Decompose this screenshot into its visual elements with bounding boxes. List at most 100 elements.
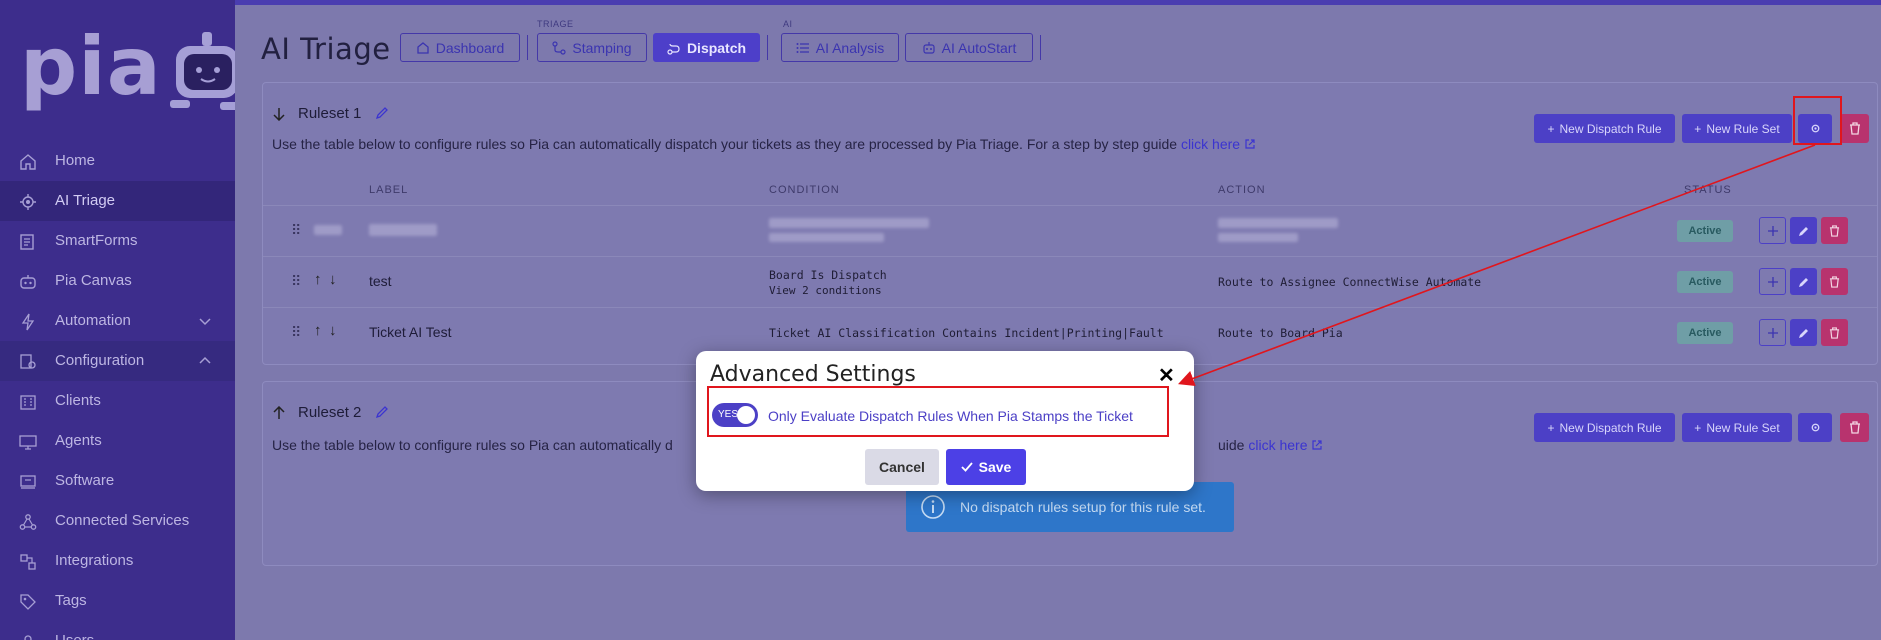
table-row: ⠿ ↑ ↓ Ticket AI Test Ticket AI Classific… bbox=[263, 307, 1877, 357]
tab-ai-analysis-label: AI Analysis bbox=[815, 39, 885, 56]
sidebar-item-pia-canvas[interactable]: Pia Canvas bbox=[0, 261, 235, 301]
new-rule-set-button[interactable]: + New Rule Set bbox=[1682, 413, 1792, 442]
edit-rule-button[interactable] bbox=[1790, 268, 1817, 295]
rule-label: Ticket AI Test bbox=[369, 324, 452, 340]
sidebar-item-label: Integrations bbox=[55, 552, 134, 569]
rule-condition: Board Is Dispatch bbox=[769, 268, 887, 282]
blurred-action bbox=[1218, 218, 1338, 228]
drag-handle-icon[interactable]: ⠿ bbox=[291, 273, 301, 290]
dashboard-icon bbox=[417, 41, 429, 54]
rule-condition: Ticket AI Classification Contains Incide… bbox=[769, 326, 1164, 340]
arrow-down-icon[interactable] bbox=[273, 107, 285, 121]
guide-link[interactable]: click here bbox=[1181, 136, 1240, 152]
sidebar-item-ai-triage[interactable]: AI Triage bbox=[0, 181, 235, 221]
ruleset-card: Ruleset 1 Use the table below to configu… bbox=[262, 82, 1878, 365]
delete-ruleset-button[interactable] bbox=[1840, 413, 1869, 442]
delete-ruleset-button[interactable] bbox=[1840, 114, 1869, 143]
sidebar-item-automation[interactable]: Automation bbox=[0, 301, 235, 341]
sidebar-item-clients[interactable]: Clients bbox=[0, 381, 235, 421]
new-dispatch-rule-button[interactable]: + New Dispatch Rule bbox=[1534, 413, 1675, 442]
modal-title: Advanced Settings bbox=[710, 362, 916, 387]
sidebar-item-label: Configuration bbox=[55, 352, 145, 369]
sidebar-item-home[interactable]: Home bbox=[0, 141, 235, 181]
trash-icon bbox=[1849, 122, 1860, 135]
sidebar-item-tags[interactable]: Tags bbox=[0, 581, 235, 621]
new-rule-set-button[interactable]: + New Rule Set bbox=[1682, 114, 1792, 143]
divider bbox=[527, 35, 528, 60]
sidebar-item-integrations[interactable]: Integrations bbox=[0, 541, 235, 581]
sidebar-item-label: Connected Services bbox=[55, 512, 190, 529]
blurred-arrows bbox=[314, 225, 342, 235]
edit-pencil-icon[interactable] bbox=[375, 405, 389, 419]
sidebar-item-users[interactable]: Users bbox=[0, 621, 235, 640]
edit-pencil-icon bbox=[1798, 226, 1808, 236]
add-condition-button[interactable] bbox=[1759, 217, 1786, 244]
tab-ai-analysis[interactable]: AI Analysis bbox=[781, 33, 899, 62]
move-up-icon[interactable]: ↑ bbox=[314, 322, 322, 339]
move-up-icon[interactable]: ↑ bbox=[314, 271, 322, 288]
configuration-icon bbox=[20, 354, 36, 369]
drag-handle-icon[interactable]: ⠿ bbox=[291, 324, 301, 341]
delete-rule-button[interactable] bbox=[1821, 319, 1848, 346]
save-button[interactable]: Save bbox=[946, 449, 1026, 485]
empty-rules-message: No dispatch rules setup for this rule se… bbox=[960, 499, 1206, 515]
edit-rule-button[interactable] bbox=[1790, 217, 1817, 244]
tab-ai-autostart[interactable]: AI AutoStart bbox=[905, 33, 1033, 62]
sidebar-item-software[interactable]: Software bbox=[0, 461, 235, 501]
edit-pencil-icon[interactable] bbox=[375, 106, 389, 120]
close-icon[interactable]: ✕ bbox=[1158, 363, 1175, 388]
table-row: ⠿ Active bbox=[263, 205, 1877, 255]
sidebar-item-label: Pia Canvas bbox=[55, 272, 132, 289]
edit-rule-button[interactable] bbox=[1790, 319, 1817, 346]
tab-dashboard[interactable]: Dashboard bbox=[400, 33, 520, 62]
trash-icon bbox=[1829, 326, 1840, 339]
new-dispatch-rule-button[interactable]: + New Dispatch Rule bbox=[1534, 114, 1675, 143]
status-badge: Active bbox=[1677, 271, 1733, 293]
blurred-label bbox=[369, 224, 437, 236]
plus-icon: + bbox=[1547, 121, 1555, 136]
blurred-action-2 bbox=[1218, 233, 1298, 242]
arrow-up-icon[interactable] bbox=[273, 406, 285, 420]
move-down-icon[interactable]: ↓ bbox=[329, 271, 337, 288]
view-conditions-link[interactable]: View 2 conditions bbox=[769, 284, 882, 297]
add-condition-button[interactable] bbox=[1759, 319, 1786, 346]
plus-icon bbox=[1767, 225, 1778, 236]
plus-icon bbox=[1767, 276, 1778, 287]
delete-rule-button[interactable] bbox=[1821, 268, 1848, 295]
plus-icon: + bbox=[1694, 420, 1702, 435]
drag-handle-icon[interactable]: ⠿ bbox=[291, 222, 301, 239]
status-badge: Active bbox=[1677, 322, 1733, 344]
status-badge: Active bbox=[1677, 220, 1733, 242]
pia-logo[interactable]: pia bbox=[20, 22, 235, 112]
integrations-icon bbox=[20, 554, 36, 570]
page-title: AI Triage bbox=[261, 32, 391, 66]
delete-rule-button[interactable] bbox=[1821, 217, 1848, 244]
group-label-ai: AI bbox=[783, 19, 793, 29]
move-down-icon[interactable]: ↓ bbox=[329, 322, 337, 339]
ruleset-description: Use the table below to configure rules s… bbox=[272, 136, 1256, 152]
column-header-action: ACTION bbox=[1218, 184, 1266, 196]
chevron-up-icon bbox=[199, 356, 211, 364]
cancel-button[interactable]: Cancel bbox=[865, 449, 939, 485]
sidebar-item-connected-services[interactable]: Connected Services bbox=[0, 501, 235, 541]
info-icon bbox=[921, 495, 945, 519]
home-icon bbox=[20, 154, 36, 170]
sidebar-item-label: Home bbox=[55, 152, 96, 169]
dispatch-icon bbox=[667, 43, 680, 55]
sidebar-item-label: Tags bbox=[55, 592, 87, 609]
sidebar-item-configuration[interactable]: Configuration bbox=[0, 341, 235, 381]
main-content: AI Triage Dashboard TRIAGE Stamping Disp… bbox=[235, 5, 1881, 640]
settings-button[interactable] bbox=[1798, 413, 1832, 442]
ruleset-description-text: Use the table below to configure rules s… bbox=[272, 136, 1178, 152]
add-condition-button[interactable] bbox=[1759, 268, 1786, 295]
guide-link[interactable]: click here bbox=[1248, 437, 1307, 453]
table-row: ⠿ ↑ ↓ test Board Is Dispatch View 2 cond… bbox=[263, 256, 1877, 306]
sidebar-item-label: SmartForms bbox=[55, 232, 138, 249]
sidebar-item-smartforms[interactable]: SmartForms bbox=[0, 221, 235, 261]
tab-dispatch[interactable]: Dispatch bbox=[653, 33, 760, 62]
tab-stamping[interactable]: Stamping bbox=[537, 33, 647, 62]
plus-icon: + bbox=[1547, 420, 1555, 435]
software-icon bbox=[20, 475, 36, 489]
sidebar-item-agents[interactable]: Agents bbox=[0, 421, 235, 461]
sidebar-item-label: AI Triage bbox=[55, 192, 116, 209]
